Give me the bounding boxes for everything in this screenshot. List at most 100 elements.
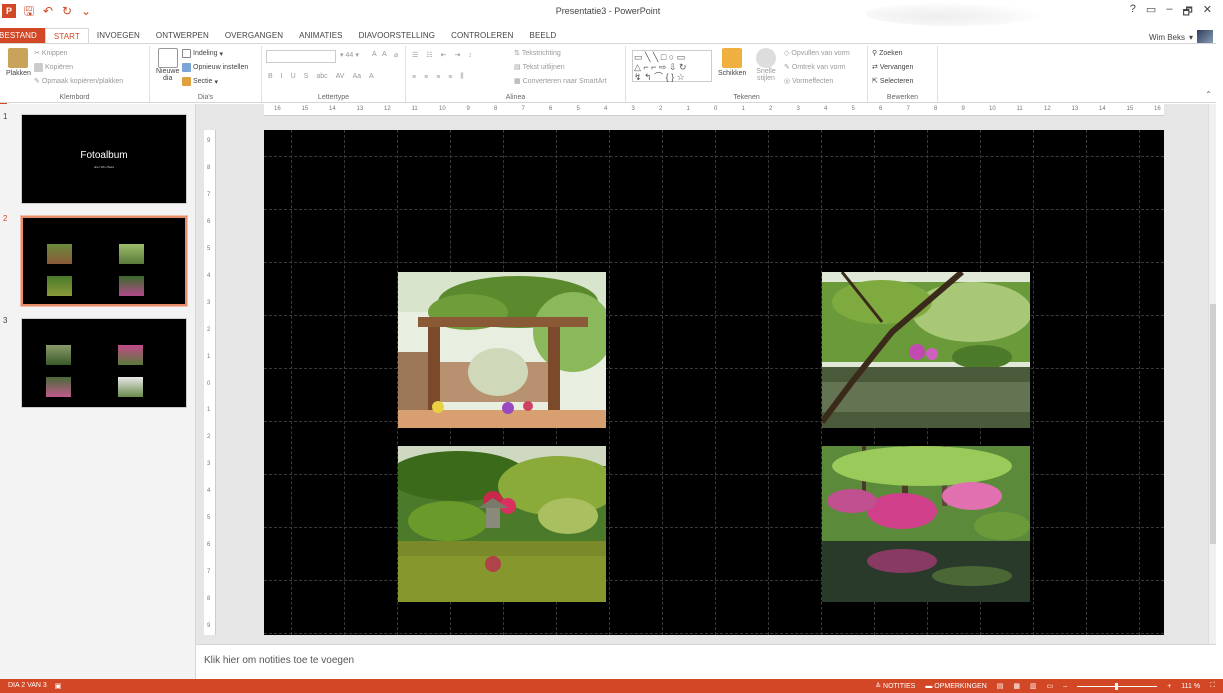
slide-thumbnail-1[interactable]: Fotoalbum door Wim Beks bbox=[21, 114, 187, 204]
shape-effects-button[interactable]: ◎ Vormeffecten bbox=[784, 77, 833, 86]
ruler-tick: 6 bbox=[207, 542, 211, 549]
slide-thumbnail-2[interactable] bbox=[20, 215, 188, 307]
minimize-button[interactable]: – bbox=[1166, 3, 1172, 22]
fit-to-window-icon[interactable]: ⛶ bbox=[1210, 682, 1215, 690]
shadow-button[interactable]: S bbox=[304, 73, 309, 80]
tab-controleren[interactable]: CONTROLEREN bbox=[443, 28, 521, 43]
close-button[interactable]: ✕ bbox=[1203, 3, 1212, 22]
align-left-icon[interactable]: ≡ bbox=[412, 74, 416, 81]
ribbon-display-icon[interactable]: ▭ bbox=[1146, 3, 1156, 22]
zoom-level[interactable]: 111 % bbox=[1181, 683, 1200, 690]
zoom-slider[interactable] bbox=[1077, 682, 1158, 690]
help-icon[interactable]: ? bbox=[1130, 3, 1136, 22]
underline-button[interactable]: U bbox=[291, 73, 296, 80]
shapes-gallery[interactable]: ▭ ╲ ╲ □ ○ ▭ △ ⌐ ⌐ ⇨ ⇩ ↻ ↯ ↰ ⌒ { } ☆ bbox=[632, 50, 712, 82]
thumbnail-number: 1 bbox=[3, 112, 8, 121]
comments-button[interactable]: ▬ OPMERKINGEN bbox=[925, 683, 986, 690]
quick-styles-button[interactable]: Snelle stijlen bbox=[756, 48, 776, 82]
thumb-photo bbox=[47, 244, 72, 264]
tab-beeld[interactable]: BEELD bbox=[522, 28, 565, 43]
clear-format-icon[interactable]: ⌀ bbox=[394, 51, 398, 59]
tab-diavoorstelling[interactable]: DIAVOORSTELLING bbox=[351, 28, 443, 43]
photo-japanese-lantern[interactable] bbox=[398, 446, 606, 602]
ruler-tick: 11 bbox=[1016, 106, 1023, 112]
smartart-button[interactable]: ▦ Converteren naar SmartArt bbox=[514, 77, 607, 86]
normal-view-icon[interactable]: ▤ bbox=[997, 682, 1004, 690]
bullets-icon[interactable]: ☰ bbox=[412, 51, 418, 59]
window-controls: ? ▭ – 🗗 ✕ bbox=[1130, 3, 1212, 22]
spell-check-icon[interactable]: ▣ bbox=[55, 682, 62, 690]
slide-thumbnail-3[interactable] bbox=[21, 318, 187, 408]
slide-sorter-icon[interactable]: ▦ bbox=[1013, 682, 1020, 690]
numbering-icon[interactable]: ☷ bbox=[426, 51, 432, 59]
columns-icon[interactable]: ⫼ bbox=[460, 73, 463, 81]
arrange-button[interactable]: Schikken bbox=[718, 48, 746, 77]
select-button[interactable]: ⇱ Selecteren bbox=[872, 77, 913, 86]
slide-canvas[interactable] bbox=[264, 130, 1164, 635]
thumb-photo bbox=[46, 345, 71, 365]
align-right-icon[interactable]: ≡ bbox=[436, 74, 440, 81]
zoom-out-button[interactable]: – bbox=[1063, 683, 1067, 690]
paste-button[interactable]: Plakken bbox=[6, 48, 31, 77]
copy-button[interactable]: Kopiëren bbox=[34, 63, 73, 72]
scrollbar-thumb[interactable] bbox=[1210, 304, 1216, 544]
ruler-tick: 2 bbox=[207, 326, 211, 333]
tab-animaties[interactable]: ANIMATIES bbox=[291, 28, 350, 43]
slide-thumbnail-pane[interactable]: 1 Fotoalbum door Wim Beks 2 3 bbox=[0, 104, 196, 679]
slideshow-icon[interactable]: ▭ bbox=[1047, 682, 1054, 690]
align-text-button[interactable]: ▤ Tekst uitlijnen bbox=[514, 63, 565, 72]
replace-button[interactable]: ⇄ Vervangen bbox=[872, 63, 913, 72]
font-color-button[interactable]: A bbox=[369, 73, 374, 80]
font-name-box[interactable] bbox=[266, 50, 336, 63]
spacing-button[interactable]: AV bbox=[336, 73, 345, 80]
reading-view-icon[interactable]: ▥ bbox=[1030, 682, 1037, 690]
tab-start[interactable]: START bbox=[44, 28, 89, 43]
vertical-scrollbar[interactable] bbox=[1208, 104, 1216, 644]
notes-button[interactable]: ≙ NOTITIES bbox=[875, 682, 915, 690]
find-button[interactable]: ⚲ Zoeken bbox=[872, 49, 903, 58]
photo-pond-branch[interactable] bbox=[822, 272, 1030, 428]
line-spacing-icon[interactable]: ↕ bbox=[468, 52, 472, 59]
reset-button[interactable]: Opnieuw instellen bbox=[182, 63, 248, 72]
italic-button[interactable]: I bbox=[281, 73, 283, 80]
zoom-in-button[interactable]: + bbox=[1167, 683, 1171, 690]
section-button[interactable]: Sectie ▾ bbox=[182, 77, 218, 86]
case-button[interactable]: Aa bbox=[352, 73, 361, 80]
ruler-tick: 5 bbox=[207, 245, 211, 252]
ruler-tick: 5 bbox=[851, 106, 855, 112]
tab-invoegen[interactable]: INVOEGEN bbox=[89, 28, 148, 43]
photo-azalea-pond[interactable] bbox=[822, 446, 1030, 602]
ruler-tick: 3 bbox=[631, 106, 635, 112]
effects-icon: ◎ bbox=[784, 78, 791, 85]
decrease-indent-icon[interactable]: ⇤ bbox=[441, 51, 447, 59]
justify-icon[interactable]: ≡ bbox=[448, 74, 452, 81]
tab-ontwerpen[interactable]: ONTWERPEN bbox=[148, 28, 217, 43]
ruler-tick: 4 bbox=[824, 106, 828, 112]
cut-button[interactable]: ✂ Knippen bbox=[34, 49, 68, 58]
group-editing: ⚲ Zoeken ⇄ Vervangen ⇱ Selecteren Bewerken bbox=[868, 46, 938, 102]
shape-outline-button[interactable]: ✎ Omtrek van vorm bbox=[784, 63, 846, 72]
align-center-icon[interactable]: ≡ bbox=[424, 74, 428, 81]
bold-button[interactable]: B bbox=[268, 73, 273, 80]
tab-bestand[interactable]: BESTAND bbox=[0, 28, 45, 43]
font-size-box[interactable]: ▾ 44 ▾ bbox=[340, 51, 359, 60]
shrink-font-button[interactable]: A bbox=[382, 51, 387, 58]
shape-fill-button[interactable]: ◇ Opvullen van vorm bbox=[784, 49, 850, 58]
text-direction-button[interactable]: ⇅ Tekstrichting bbox=[514, 49, 561, 58]
format-painter-button[interactable]: ✎ Opmaak kopiëren/plakken bbox=[34, 77, 123, 86]
notes-pane[interactable]: Klik hier om notities toe te voegen bbox=[196, 644, 1216, 679]
restore-button[interactable]: 🗗 bbox=[1182, 3, 1192, 22]
collapse-ribbon-icon[interactable]: ⌃ bbox=[1205, 90, 1212, 99]
grow-font-button[interactable]: A bbox=[372, 51, 377, 58]
tab-overgangen[interactable]: OVERGANGEN bbox=[217, 28, 291, 43]
user-account[interactable]: Wim Beks ▾ bbox=[1149, 30, 1213, 44]
photo-garden-arbor[interactable] bbox=[398, 272, 606, 428]
thumb-photo bbox=[46, 377, 71, 397]
ruler-tick: 1 bbox=[741, 106, 745, 112]
strike-button[interactable]: abc bbox=[316, 73, 327, 80]
new-slide-button[interactable]: Nieuwe dia bbox=[156, 48, 179, 82]
ruler-tick: 1 bbox=[686, 106, 690, 112]
layout-button[interactable]: Indeling ▾ bbox=[182, 49, 223, 58]
title-bar: P 🖫 ↶ ↻ ⌄ Presentatie3 - PowerPoint ? ▭ … bbox=[0, 0, 1216, 28]
increase-indent-icon[interactable]: ⇥ bbox=[454, 51, 460, 59]
